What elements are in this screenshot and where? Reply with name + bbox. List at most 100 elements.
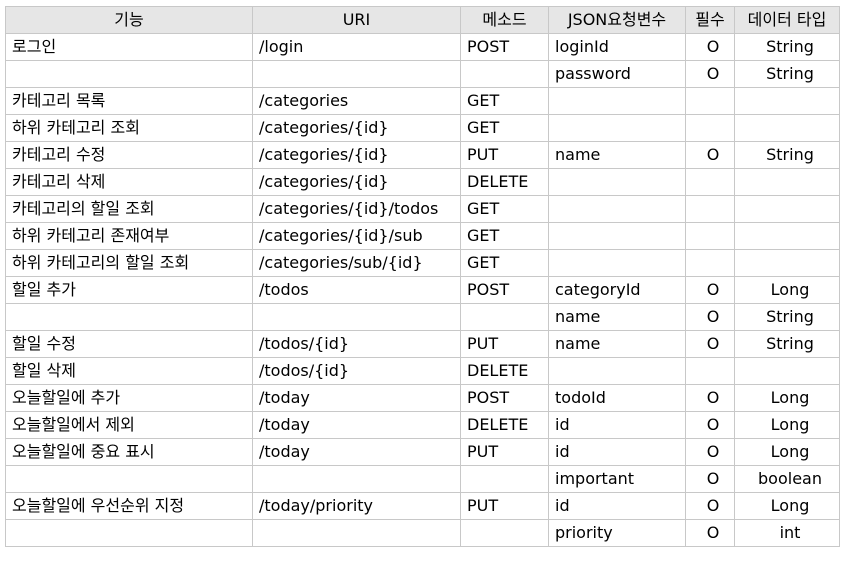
cell-method: PUT — [460, 330, 549, 358]
cell-function: 하위 카테고리 존재여부 — [5, 222, 253, 250]
cell-method — [460, 60, 549, 88]
cell-uri: /categories/{id} — [252, 168, 461, 196]
cell-required: O — [685, 492, 735, 520]
cell-required — [685, 357, 735, 385]
cell-function: 카테고리 삭제 — [5, 168, 253, 196]
cell-data-type: String — [734, 303, 840, 331]
cell-json-param: name — [548, 303, 686, 331]
api-spec-table: 기능 URI 메소드 JSON요청변수 필수 데이터 타입 로그인/login P… — [5, 6, 840, 547]
cell-json-param: id — [548, 411, 686, 439]
cell-required: O — [685, 438, 735, 466]
cell-function: 오늘할일에 중요 표시 — [5, 438, 253, 466]
header-data-type: 데이터 타입 — [734, 6, 840, 34]
cell-uri: /categories/{id} — [252, 114, 461, 142]
cell-function — [5, 465, 253, 493]
cell-function: 로그인 — [5, 33, 253, 61]
cell-method: GET — [460, 114, 549, 142]
cell-data-type: String — [734, 330, 840, 358]
cell-json-param: name — [548, 141, 686, 169]
table-row: 오늘할일에 추가/today POST todoId O Long — [5, 384, 840, 412]
table-row: 오늘할일에 중요 표시/today PUT id O Long — [5, 438, 840, 466]
cell-required — [685, 87, 735, 115]
cell-required: O — [685, 303, 735, 331]
cell-json-param: id — [548, 438, 686, 466]
cell-required: O — [685, 330, 735, 358]
cell-json-param: name — [548, 330, 686, 358]
cell-function: 할일 수정 — [5, 330, 253, 358]
cell-data-type — [734, 195, 840, 223]
cell-method: GET — [460, 87, 549, 115]
cell-json-param — [548, 114, 686, 142]
cell-function: 하위 카테고리의 할일 조회 — [5, 249, 253, 277]
cell-data-type: int — [734, 519, 840, 547]
cell-data-type — [734, 222, 840, 250]
cell-function — [5, 303, 253, 331]
cell-uri: /today — [252, 384, 461, 412]
cell-required: O — [685, 276, 735, 304]
cell-data-type: String — [734, 33, 840, 61]
cell-data-type — [734, 357, 840, 385]
table-row: 할일 삭제/todos/{id} DELETE — [5, 357, 840, 385]
cell-uri — [252, 60, 461, 88]
cell-data-type: boolean — [734, 465, 840, 493]
cell-json-param — [548, 195, 686, 223]
header-method: 메소드 — [460, 6, 549, 34]
cell-function: 오늘할일에서 제외 — [5, 411, 253, 439]
cell-required: O — [685, 465, 735, 493]
table-row: 오늘할일에서 제외/today DELETE id O Long — [5, 411, 840, 439]
cell-data-type — [734, 87, 840, 115]
cell-method: GET — [460, 249, 549, 277]
table-row: 하위 카테고리의 할일 조회/categories/sub/{id} GET — [5, 249, 840, 277]
cell-method: PUT — [460, 492, 549, 520]
table-row: 로그인/login POST loginId O String — [5, 33, 840, 61]
cell-required — [685, 114, 735, 142]
cell-json-param: priority — [548, 519, 686, 547]
cell-json-param: id — [548, 492, 686, 520]
cell-json-param: important — [548, 465, 686, 493]
cell-method: PUT — [460, 141, 549, 169]
cell-json-param: categoryId — [548, 276, 686, 304]
cell-required: O — [685, 60, 735, 88]
cell-data-type: String — [734, 141, 840, 169]
cell-data-type: Long — [734, 492, 840, 520]
cell-data-type: Long — [734, 411, 840, 439]
cell-uri: /today/priority — [252, 492, 461, 520]
cell-data-type — [734, 168, 840, 196]
cell-data-type: Long — [734, 384, 840, 412]
cell-required: O — [685, 141, 735, 169]
cell-method: GET — [460, 222, 549, 250]
cell-uri: /categories/{id} — [252, 141, 461, 169]
cell-function: 카테고리 수정 — [5, 141, 253, 169]
header-uri: URI — [252, 6, 461, 34]
table-row: 카테고리 수정/categories/{id} PUT name O String — [5, 141, 840, 169]
cell-uri: /today — [252, 438, 461, 466]
cell-data-type: Long — [734, 438, 840, 466]
cell-uri: /todos — [252, 276, 461, 304]
cell-function: 오늘할일에 추가 — [5, 384, 253, 412]
table-row: 카테고리 목록/categories GET — [5, 87, 840, 115]
table-row: 하위 카테고리 존재여부/categories/{id}/sub GET — [5, 222, 840, 250]
cell-json-param: password — [548, 60, 686, 88]
table-row: name O String — [5, 303, 840, 331]
cell-required — [685, 222, 735, 250]
cell-function: 할일 삭제 — [5, 357, 253, 385]
cell-method — [460, 465, 549, 493]
cell-method: POST — [460, 276, 549, 304]
cell-method: DELETE — [460, 168, 549, 196]
cell-uri: /login — [252, 33, 461, 61]
table-body: 로그인/login POST loginId O String password O Stri… — [5, 33, 840, 547]
cell-method: PUT — [460, 438, 549, 466]
cell-uri: /todos/{id} — [252, 330, 461, 358]
cell-json-param — [548, 222, 686, 250]
cell-data-type: String — [734, 60, 840, 88]
cell-function: 오늘할일에 우선순위 지정 — [5, 492, 253, 520]
cell-function — [5, 519, 253, 547]
cell-json-param — [548, 87, 686, 115]
cell-uri — [252, 519, 461, 547]
cell-data-type: Long — [734, 276, 840, 304]
cell-uri: /categories — [252, 87, 461, 115]
cell-json-param — [548, 357, 686, 385]
cell-uri: /categories/{id}/todos — [252, 195, 461, 223]
table-row: 할일 수정/todos/{id} PUT name O String — [5, 330, 840, 358]
cell-uri: /todos/{id} — [252, 357, 461, 385]
